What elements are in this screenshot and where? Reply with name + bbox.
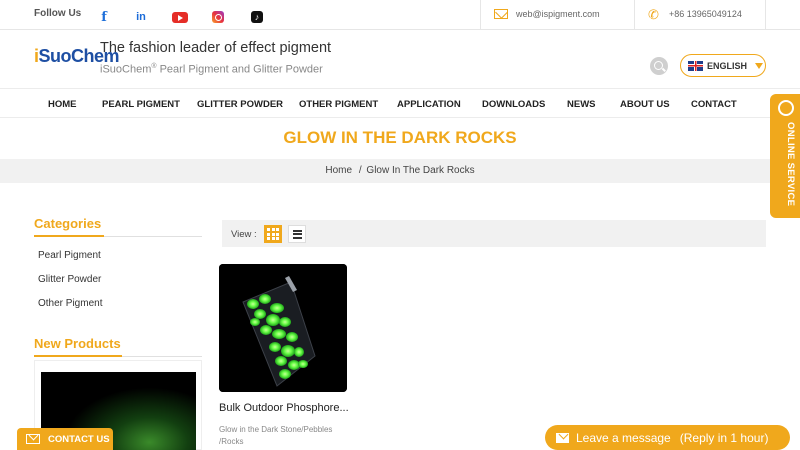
nav-home[interactable]: HOME bbox=[48, 99, 77, 110]
envelope-icon bbox=[556, 432, 569, 443]
title-accent bbox=[34, 355, 122, 357]
nav-contact[interactable]: CONTACT bbox=[691, 99, 737, 110]
subtagline-rest: Pearl Pigment and Glitter Powder bbox=[156, 63, 323, 76]
youtube-icon[interactable] bbox=[172, 12, 188, 23]
new-products-title: New Products bbox=[34, 336, 121, 351]
category-pearl-pigment[interactable]: Pearl Pigment bbox=[38, 250, 101, 261]
category-glitter-powder[interactable]: Glitter Powder bbox=[38, 274, 101, 285]
facebook-icon[interactable]: f bbox=[97, 10, 111, 25]
main-nav: HOME PEARL PIGMENT GLITTER POWDER OTHER … bbox=[0, 88, 800, 118]
search-icon[interactable] bbox=[650, 57, 668, 75]
subtagline: iSuoChem® Pearl Pigment and Glitter Powd… bbox=[100, 63, 323, 76]
breadcrumb-home[interactable]: Home bbox=[325, 165, 352, 176]
breadcrumb-separator: / bbox=[358, 165, 362, 176]
product-category[interactable]: Glow in the Dark Stone/Pebbles /Rocks bbox=[219, 424, 349, 448]
linkedin-icon[interactable]: in bbox=[134, 10, 148, 24]
product-image[interactable] bbox=[219, 264, 347, 392]
glow-rocks-photo bbox=[219, 264, 347, 392]
tagline: The fashion leader of effect pigment bbox=[100, 40, 332, 56]
view-label: View : bbox=[231, 229, 257, 240]
contact-us-label: CONTACT US bbox=[48, 433, 110, 445]
category-other-pigment[interactable]: Other Pigment bbox=[38, 298, 102, 309]
subtagline-brand: iSuoChem bbox=[100, 63, 152, 76]
nav-application[interactable]: APPLICATION bbox=[397, 99, 461, 110]
follow-us-label: Follow Us bbox=[34, 8, 82, 19]
instagram-icon[interactable] bbox=[212, 11, 224, 23]
tiktok-icon[interactable]: ♪ bbox=[251, 11, 263, 23]
categories-title: Categories bbox=[34, 216, 102, 231]
phone-icon: ✆ bbox=[648, 7, 659, 22]
envelope-icon bbox=[26, 434, 40, 444]
divider bbox=[634, 0, 635, 30]
breadcrumb: Home / Glow In The Dark Rocks bbox=[0, 165, 800, 176]
product-name[interactable]: Bulk Outdoor Phosphore... bbox=[219, 402, 349, 414]
chat-icon bbox=[778, 100, 794, 116]
nav-pearl-pigment[interactable]: PEARL PIGMENT bbox=[102, 99, 180, 110]
nav-news[interactable]: NEWS bbox=[567, 99, 596, 110]
phone-link[interactable]: +86 13965049124 bbox=[669, 9, 742, 19]
grid-view-icon[interactable] bbox=[264, 225, 282, 243]
nav-about-us[interactable]: ABOUT US bbox=[620, 99, 670, 110]
nav-other-pigment[interactable]: OTHER PIGMENT bbox=[299, 99, 378, 110]
divider bbox=[480, 0, 481, 30]
reply-note: (Reply in 1 hour) bbox=[679, 430, 769, 445]
email-link[interactable]: web@ispigment.com bbox=[516, 9, 600, 19]
caret-down-icon bbox=[755, 62, 764, 69]
page-title: GLOW IN THE DARK ROCKS bbox=[283, 128, 517, 147]
mail-icon bbox=[494, 9, 508, 19]
nav-glitter-powder[interactable]: GLITTER POWDER bbox=[197, 99, 283, 110]
leave-message-label: Leave a message bbox=[576, 430, 671, 445]
language-selector[interactable]: ENGLISH bbox=[680, 54, 766, 77]
breadcrumb-current: Glow In The Dark Rocks bbox=[366, 165, 475, 176]
language-label: ENGLISH bbox=[707, 60, 748, 71]
title-accent bbox=[34, 235, 104, 237]
list-view-icon[interactable] bbox=[288, 225, 306, 243]
nav-downloads[interactable]: DOWNLOADS bbox=[482, 99, 545, 110]
contact-us-button[interactable]: CONTACT US bbox=[17, 428, 113, 450]
leave-message-button[interactable]: Leave a message (Reply in 1 hour) bbox=[545, 425, 790, 450]
online-service-label: ONLINE SERVICE bbox=[785, 122, 796, 207]
divider bbox=[765, 0, 766, 30]
uk-flag-icon bbox=[688, 60, 703, 71]
